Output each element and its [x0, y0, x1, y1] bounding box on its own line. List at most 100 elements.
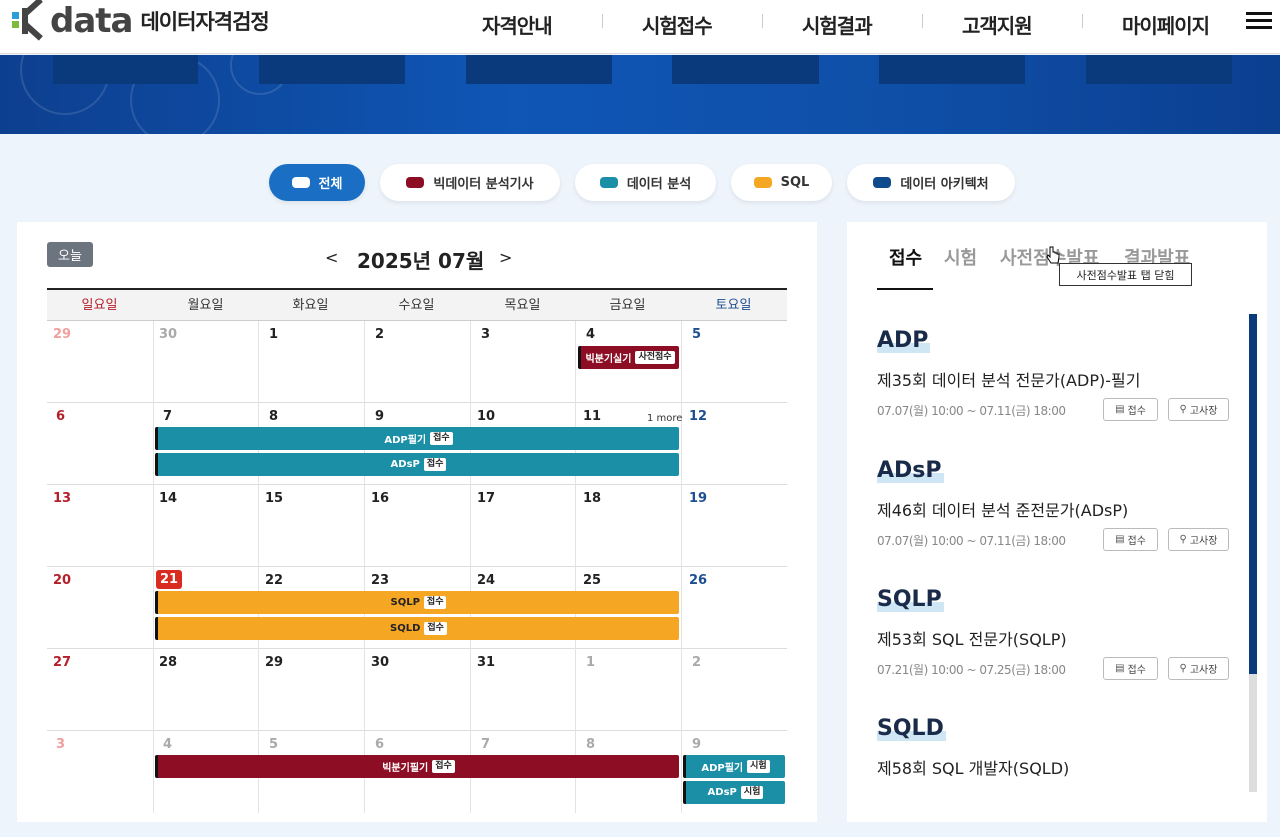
day-cell[interactable]: 26: [689, 573, 707, 588]
day-cell[interactable]: 4: [163, 737, 172, 752]
event-bar[interactable]: ADP필기 시험: [683, 755, 785, 778]
filter-data-architecture[interactable]: 데이터 아키텍처: [847, 164, 1015, 201]
day-cell[interactable]: 25: [583, 573, 601, 588]
prev-month-button[interactable]: <: [325, 248, 338, 267]
day-cell[interactable]: 1: [269, 327, 278, 342]
event-bar[interactable]: ADP필기 접수: [155, 427, 679, 450]
calendar-week: 20 21 22 23 24 25 26 SQLP 접수 SQLD 접수: [47, 567, 787, 649]
day-cell[interactable]: 22: [265, 573, 283, 588]
schedule-item[interactable]: SQLP 제53회 SQL 전문가(SQLP) 07.21(월) 10:00 ~…: [877, 587, 1237, 680]
item-date: 07.07(월) 10:00 ~ 07.11(금) 18:00: [877, 534, 1066, 548]
more-events-link[interactable]: 1 more: [647, 413, 682, 424]
day-cell[interactable]: 7: [481, 737, 490, 752]
today-day-cell[interactable]: 21: [156, 570, 183, 589]
schedule-item[interactable]: ADP 제35회 데이터 분석 전문가(ADP)-필기 07.07(월) 10:…: [877, 328, 1237, 421]
day-cell[interactable]: 6: [375, 737, 384, 752]
day-cell[interactable]: 2: [692, 655, 701, 670]
venue-button[interactable]: ⚲ 고사장: [1168, 398, 1229, 421]
color-swatch-icon: [599, 177, 618, 188]
day-cell[interactable]: 27: [53, 655, 71, 670]
venue-button[interactable]: ⚲ 고사장: [1168, 657, 1229, 680]
day-cell[interactable]: 23: [371, 573, 389, 588]
day-cell[interactable]: 5: [692, 327, 701, 342]
calendar-week: 6 7 8 9 10 11 1 more 12 ADP필기 접수 ADsP 접수: [47, 403, 787, 485]
day-cell[interactable]: 11: [583, 409, 601, 424]
day-cell[interactable]: 6: [56, 409, 65, 424]
day-cell[interactable]: 20: [53, 573, 71, 588]
venue-button[interactable]: ⚲ 고사장: [1168, 528, 1229, 551]
item-name: SQLD: [877, 716, 946, 741]
nav-exam-apply[interactable]: 시험접수: [642, 10, 713, 38]
event-name: ADP필기: [701, 763, 744, 774]
day-cell[interactable]: 19: [689, 491, 707, 506]
day-cell[interactable]: 31: [477, 655, 495, 670]
filter-all[interactable]: 전체: [269, 164, 365, 201]
day-cell[interactable]: 30: [159, 327, 177, 342]
tab-exam[interactable]: 시험: [944, 244, 977, 270]
event-tag: 접수: [430, 432, 453, 445]
day-cell[interactable]: 15: [265, 491, 283, 506]
today-button[interactable]: 오늘: [47, 242, 93, 267]
kdata-logo[interactable]: data 데이터자격검정: [12, 0, 270, 41]
color-swatch-icon: [753, 177, 772, 188]
day-cell[interactable]: 29: [265, 655, 283, 670]
filter-bigdata[interactable]: 빅데이터 분석기사: [380, 164, 560, 201]
event-bar[interactable]: SQLP 접수: [155, 591, 679, 614]
event-bar[interactable]: ADsP 접수: [155, 453, 679, 476]
nav-customer-support[interactable]: 고객지원: [962, 10, 1033, 38]
schedule-item[interactable]: ADsP 제46회 데이터 분석 준전문가(ADsP) 07.07(월) 10:…: [877, 458, 1237, 551]
event-tag: 시험: [740, 786, 764, 799]
nav-qualification-info[interactable]: 자격안내: [482, 10, 553, 38]
event-name: ADsP: [390, 459, 420, 470]
day-cell[interactable]: 9: [692, 737, 701, 752]
event-bar[interactable]: 빅분기필기 접수: [155, 755, 679, 778]
nav-mypage[interactable]: 마이페이지: [1122, 10, 1210, 38]
clipboard-icon: ▤: [1115, 404, 1125, 415]
weekday-thu: 목요일: [504, 298, 541, 313]
tab-apply[interactable]: 접수: [889, 244, 922, 270]
day-cell[interactable]: 24: [477, 573, 495, 588]
nav-exam-results[interactable]: 시험결과: [802, 10, 873, 38]
day-cell[interactable]: 30: [371, 655, 389, 670]
day-cell[interactable]: 5: [269, 737, 278, 752]
filter-sql[interactable]: SQL: [731, 164, 832, 201]
event-name: 빅분기필기: [382, 763, 429, 774]
apply-button[interactable]: ▤ 접수: [1103, 657, 1158, 680]
day-cell[interactable]: 8: [269, 409, 278, 424]
weekday-wed: 수요일: [398, 298, 435, 313]
day-cell[interactable]: 17: [477, 491, 495, 506]
event-name: SQLP: [390, 597, 420, 608]
item-name: SQLP: [877, 587, 944, 612]
day-cell[interactable]: 7: [163, 409, 172, 424]
menu-icon[interactable]: [1246, 12, 1272, 32]
event-tag: 접수: [423, 596, 447, 609]
day-cell[interactable]: 13: [53, 491, 71, 506]
day-cell[interactable]: 18: [583, 491, 601, 506]
schedule-item[interactable]: SQLD 제58회 SQL 개발자(SQLD): [877, 716, 1237, 779]
day-cell[interactable]: 1: [586, 655, 595, 670]
location-pin-icon: ⚲: [1179, 534, 1187, 545]
day-cell[interactable]: 29: [53, 327, 71, 342]
day-cell[interactable]: 2: [375, 327, 384, 342]
day-cell[interactable]: 3: [481, 327, 490, 342]
day-cell[interactable]: 28: [159, 655, 177, 670]
button-label: 고사장: [1189, 665, 1218, 676]
day-cell[interactable]: 10: [477, 409, 495, 424]
day-cell[interactable]: 3: [56, 737, 65, 752]
event-bar[interactable]: 빅분기실기 사전점수: [578, 346, 679, 369]
filter-label: 데이터 분석: [626, 177, 692, 192]
next-month-button[interactable]: >: [499, 248, 512, 267]
event-bar[interactable]: SQLD 접수: [155, 617, 679, 640]
panel-scrollbar[interactable]: [1249, 314, 1257, 792]
apply-button[interactable]: ▤ 접수: [1103, 398, 1158, 421]
event-bar[interactable]: ADsP 시험: [683, 781, 785, 804]
day-cell[interactable]: 14: [159, 491, 177, 506]
apply-button[interactable]: ▤ 접수: [1103, 528, 1158, 551]
day-cell[interactable]: 8: [586, 737, 595, 752]
day-cell[interactable]: 9: [375, 409, 384, 424]
day-cell[interactable]: 16: [371, 491, 389, 506]
day-cell[interactable]: 4: [586, 327, 595, 342]
day-cell[interactable]: 12: [689, 409, 707, 424]
filter-data-analysis[interactable]: 데이터 분석: [575, 164, 716, 201]
scrollbar-thumb[interactable]: [1249, 314, 1257, 674]
